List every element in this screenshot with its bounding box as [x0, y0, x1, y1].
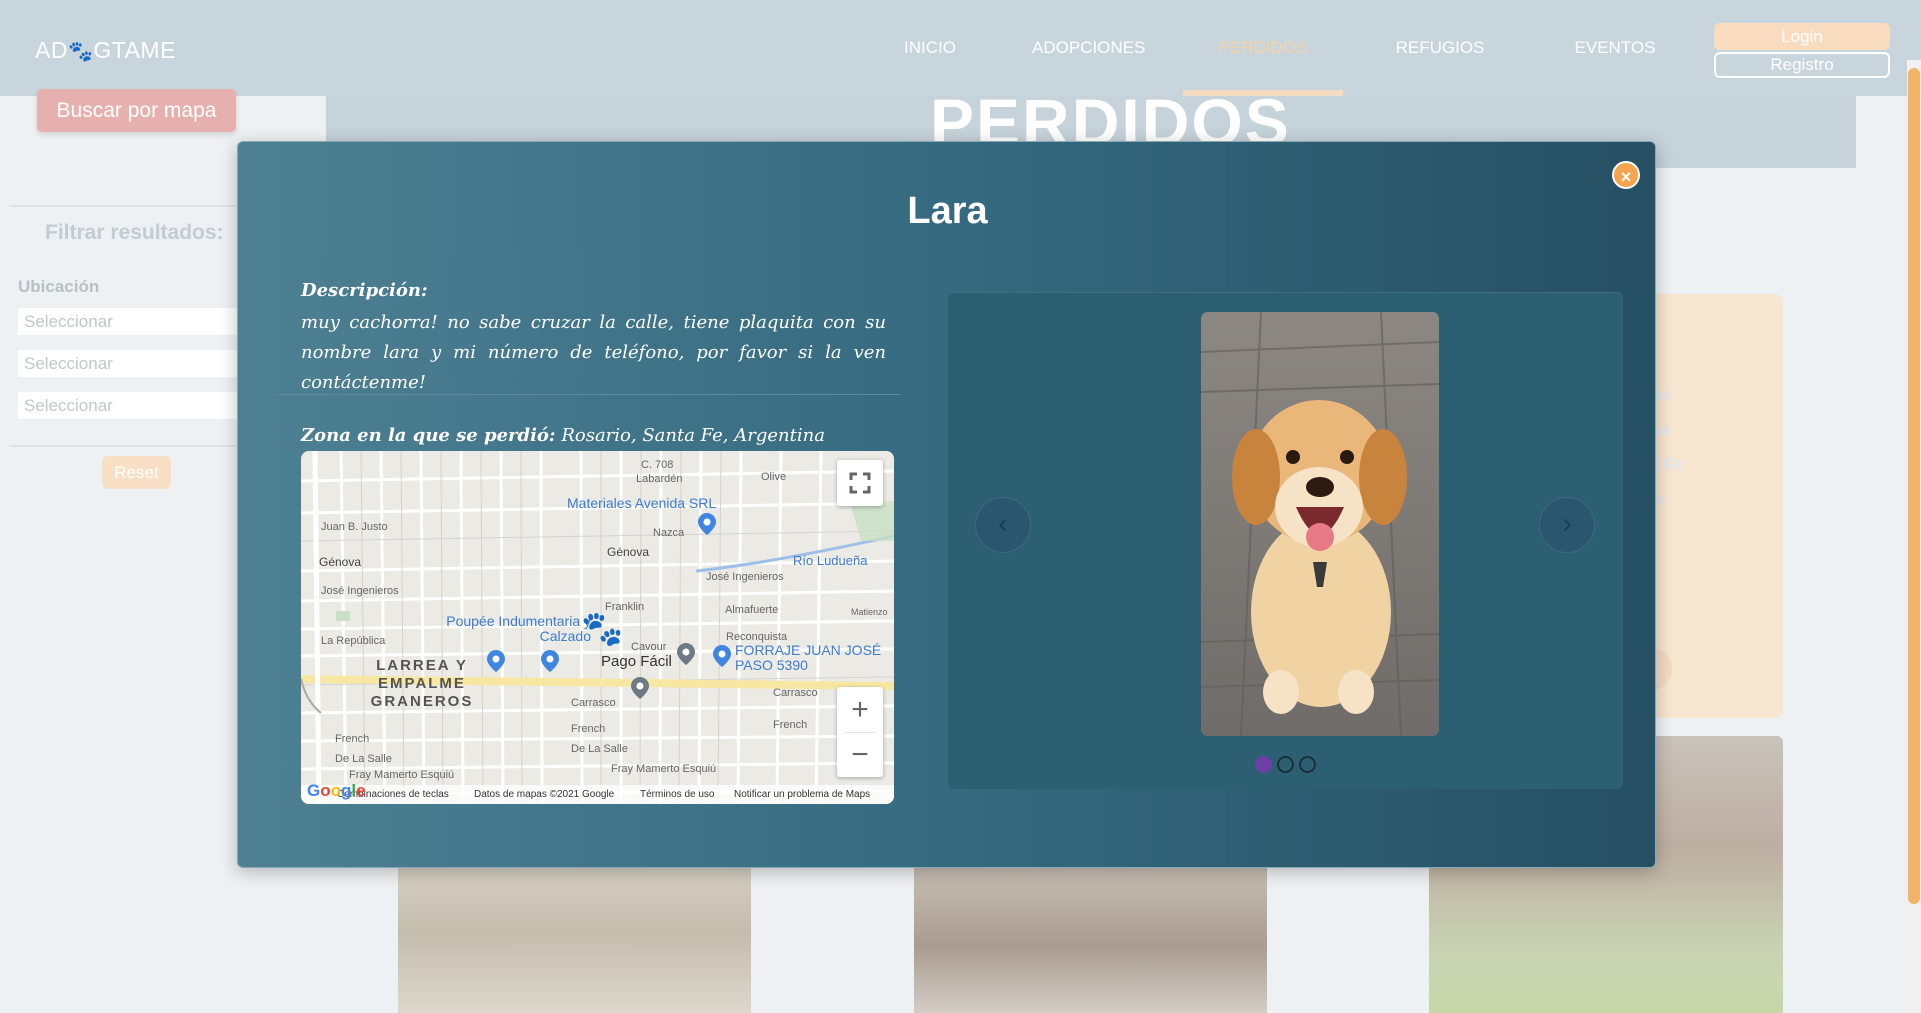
map-pin-icon[interactable]: [713, 645, 731, 667]
photo-carousel: ‹ ›: [948, 292, 1623, 789]
map-street-label: French: [773, 719, 808, 731]
map-street-label: De La Salle: [335, 753, 392, 765]
sidebar-divider: [10, 445, 236, 447]
map-place-label: FORRAJE JUAN JOSÉ PASO 5390: [735, 642, 882, 673]
carousel-dot[interactable]: [1299, 756, 1316, 773]
country-select[interactable]: Seleccionar: [18, 308, 238, 335]
map-street-label: José Ingenieros: [321, 585, 399, 597]
login-button[interactable]: Login: [1714, 23, 1890, 50]
map-street-label: Cavour: [631, 641, 667, 653]
map-street-label: Génova: [607, 545, 650, 559]
map-embed[interactable]: C. 708 Labardén Olive Materiales Avenida…: [301, 451, 894, 804]
search-by-map-button[interactable]: Buscar por mapa: [37, 89, 236, 132]
pet-name: Lara: [907, 190, 988, 232]
map-street-label: French: [571, 723, 606, 735]
zoom-in-button[interactable]: +: [837, 687, 883, 732]
reset-button[interactable]: Reset: [102, 456, 171, 489]
map-place-label: Materiales Avenida SRL: [567, 495, 717, 511]
description-text: muy cachorra! no sabe cruzar la calle, t…: [301, 312, 886, 393]
scrollbar-thumb[interactable]: [1908, 68, 1920, 904]
filter-title: Filtrar resultados:: [45, 221, 224, 244]
map-street-label: Juan B. Justo: [321, 521, 388, 533]
map-street-label: Almafuerte: [725, 604, 779, 616]
map-footer: Combinaciones de teclas Datos de mapas ©…: [301, 785, 894, 804]
map-street-label: José Ingenieros: [706, 571, 784, 583]
city-select[interactable]: Seleccionar: [18, 392, 238, 419]
carousel-next-button[interactable]: ›: [1539, 497, 1595, 553]
map-street-label: Matienzo: [851, 607, 888, 617]
map-area-label: LARREA Y EMPALME GRANEROS: [370, 657, 474, 710]
map-street-label: Carrasco: [571, 697, 616, 709]
map-pin-icon[interactable]: [487, 650, 505, 672]
sidebar-divider: [10, 205, 236, 207]
zoom-out-button[interactable]: −: [837, 732, 883, 777]
map-pin-icon[interactable]: [677, 643, 695, 665]
nav-refugios[interactable]: REFUGIOS: [1390, 38, 1490, 58]
report-problem-link[interactable]: Notificar un problema de Maps: [734, 789, 870, 800]
nav-perdidos[interactable]: PERDIDOS: [1208, 38, 1318, 58]
map-street-label: Nazca: [653, 527, 685, 539]
location-label: Ubicación: [18, 277, 100, 296]
lost-zone-label: Zona en la que se perdió:: [301, 425, 556, 446]
map-street-label: Labardén: [636, 473, 683, 485]
pet-detail-modal: × Lara Descripción: muy cachorra! no sab…: [237, 141, 1656, 868]
map-pin-icon[interactable]: [631, 677, 649, 699]
map-data-attribution: Datos de mapas ©2021 Google: [474, 789, 615, 800]
nav-inicio[interactable]: INICIO: [885, 38, 975, 58]
carousel-prev-button[interactable]: ‹: [975, 497, 1031, 553]
map-street-label: Carrasco: [773, 687, 818, 699]
nav-eventos[interactable]: EVENTOS: [1570, 38, 1660, 58]
paw-marker-icon[interactable]: 🐾: [581, 609, 623, 649]
pet-card-background[interactable]: [1648, 294, 1783, 718]
map-street-label: French: [335, 733, 370, 745]
province-select[interactable]: Seleccionar: [18, 350, 238, 377]
carousel-dot[interactable]: [1255, 756, 1272, 773]
paw-icon: 🐾: [67, 41, 94, 63]
registro-button[interactable]: Registro: [1714, 52, 1890, 78]
pet-photo: [1201, 312, 1439, 736]
pet-photo[interactable]: [914, 864, 1267, 1013]
navbar: AD🐾GTAME INICIO ADOPCIONES PERDIDOS REFU…: [0, 0, 1921, 96]
carousel-dot[interactable]: [1277, 756, 1294, 773]
puppy-image: [1201, 312, 1439, 736]
zoom-control: + −: [837, 687, 883, 777]
close-icon[interactable]: ×: [1612, 161, 1640, 189]
map-street-label: Fray Mamerto Esquiú: [349, 769, 455, 781]
pet-photo[interactable]: [398, 864, 751, 1013]
map-street-label: Fray Mamerto Esquiú: [611, 763, 717, 775]
map-river-label: Río Ludueña: [793, 553, 868, 568]
map-place-label: Poupée Indumentaria y Calzado: [446, 613, 591, 644]
map-street-label: De La Salle: [571, 743, 628, 755]
map-street-label: Génova: [319, 555, 362, 569]
map-street-label: La República: [321, 635, 386, 647]
google-logo: Google: [307, 781, 366, 800]
map-pin-icon[interactable]: [541, 650, 559, 672]
fullscreen-icon[interactable]: [837, 460, 883, 506]
map-street-label: Olive: [761, 471, 787, 483]
description-label: Descripción:: [301, 280, 428, 301]
map-place-label: Pago Fácil: [601, 653, 672, 670]
terms-link[interactable]: Términos de uso: [640, 789, 714, 800]
nav-adopciones[interactable]: ADOPCIONES: [1032, 38, 1145, 58]
lost-zone-value: Rosario, Santa Fe, Argentina: [561, 425, 825, 446]
lost-zone-line: Zona en la que se perdió: Rosario, Santa…: [301, 425, 825, 446]
map-pin-icon[interactable]: [698, 513, 716, 535]
modal-divider: [276, 394, 901, 395]
map-street-label: C. 708: [641, 459, 674, 471]
brand-logo[interactable]: AD🐾GTAME: [35, 37, 176, 64]
